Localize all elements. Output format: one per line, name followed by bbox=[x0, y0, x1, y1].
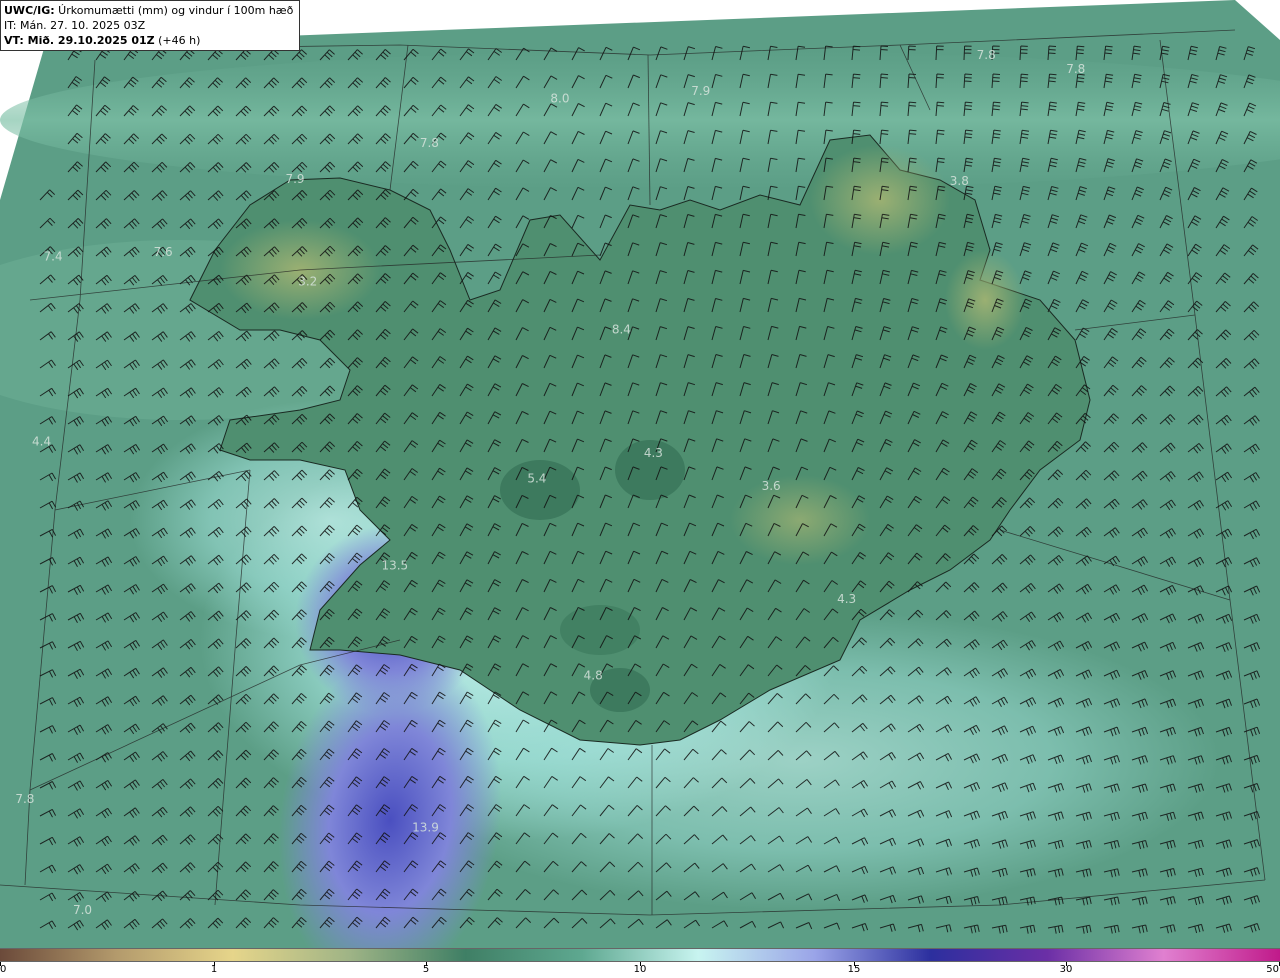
precip-value-label: 5.4 bbox=[527, 472, 546, 486]
colorbar-tick-label: 10 bbox=[633, 964, 647, 975]
precip-value-label: 8.0 bbox=[550, 91, 569, 105]
colorbar: 0 1 5 10 15 30 50 bbox=[0, 948, 1280, 978]
precip-value-label: 4.8 bbox=[584, 669, 603, 683]
title-line: UWC/IG: Úrkomumætti (mm) og vindur í 100… bbox=[4, 3, 293, 18]
precip-value-label: 7.8 bbox=[977, 48, 996, 62]
colorbar-tick-label: 50 bbox=[1266, 964, 1279, 975]
init-time: IT: Mán. 27. 10. 2025 03Z bbox=[4, 19, 146, 32]
map-canvas: 7.8 7.8 7.9 8.0 7.8 7.9 3.8 7.4 7.6 3.2 8.4 4.4 4.3 5… bbox=[0, 0, 1280, 978]
precip-value-label: 7.9 bbox=[691, 84, 710, 98]
precip-value-label: 7.8 bbox=[15, 792, 34, 806]
precip-value-label: 7.9 bbox=[285, 172, 304, 186]
colorbar-tick-label: 5 bbox=[422, 964, 430, 975]
valid-time-line: VT: Mið. 29.10.2025 01Z (+46 h) bbox=[4, 33, 293, 48]
lead-time: (+46 h) bbox=[154, 34, 201, 47]
precip-value-label: 13.5 bbox=[381, 559, 408, 573]
valid-time: VT: Mið. 29.10.2025 01Z bbox=[4, 34, 155, 47]
precip-value-label: 7.6 bbox=[154, 245, 173, 259]
precip-value-label: 8.4 bbox=[612, 323, 631, 337]
colorbar-tick-label: 15 bbox=[847, 964, 861, 975]
precip-value-label: 3.6 bbox=[762, 479, 781, 493]
title-text: Úrkomumætti (mm) og vindur í 100m hæð bbox=[54, 4, 294, 17]
precip-value-label: 7.8 bbox=[1066, 62, 1085, 76]
precip-value-label: 4.3 bbox=[837, 592, 856, 606]
precip-value-label: 3.8 bbox=[950, 174, 969, 188]
precip-value-label: 4.3 bbox=[644, 446, 663, 460]
title-prefix: UWC/IG: bbox=[4, 4, 55, 17]
colorbar-tick-label: 1 bbox=[210, 964, 218, 975]
map-header: UWC/IG: Úrkomumætti (mm) og vindur í 100… bbox=[0, 0, 301, 51]
highland-hofsjokull bbox=[500, 460, 580, 520]
precip-value-label: 7.8 bbox=[420, 136, 439, 150]
forecast-map: 7.8 7.8 7.9 8.0 7.8 7.9 3.8 7.4 7.6 3.2 8.4 4.4 4.3 5… bbox=[0, 0, 1280, 978]
highland-vatnajokull bbox=[730, 475, 870, 565]
precip-value-label: 13.9 bbox=[412, 820, 439, 834]
colorbar-tick-label: 0 bbox=[0, 964, 7, 975]
colorbar-tick-label: 30 bbox=[1059, 964, 1073, 975]
precip-value-label: 7.0 bbox=[73, 903, 92, 917]
highland-northeast bbox=[945, 250, 1025, 350]
colorbar-strip bbox=[0, 948, 1280, 962]
precip-value-label: 3.2 bbox=[298, 274, 317, 288]
precip-value-label: 7.4 bbox=[44, 250, 63, 264]
precip-value-label: 4.4 bbox=[32, 435, 51, 449]
